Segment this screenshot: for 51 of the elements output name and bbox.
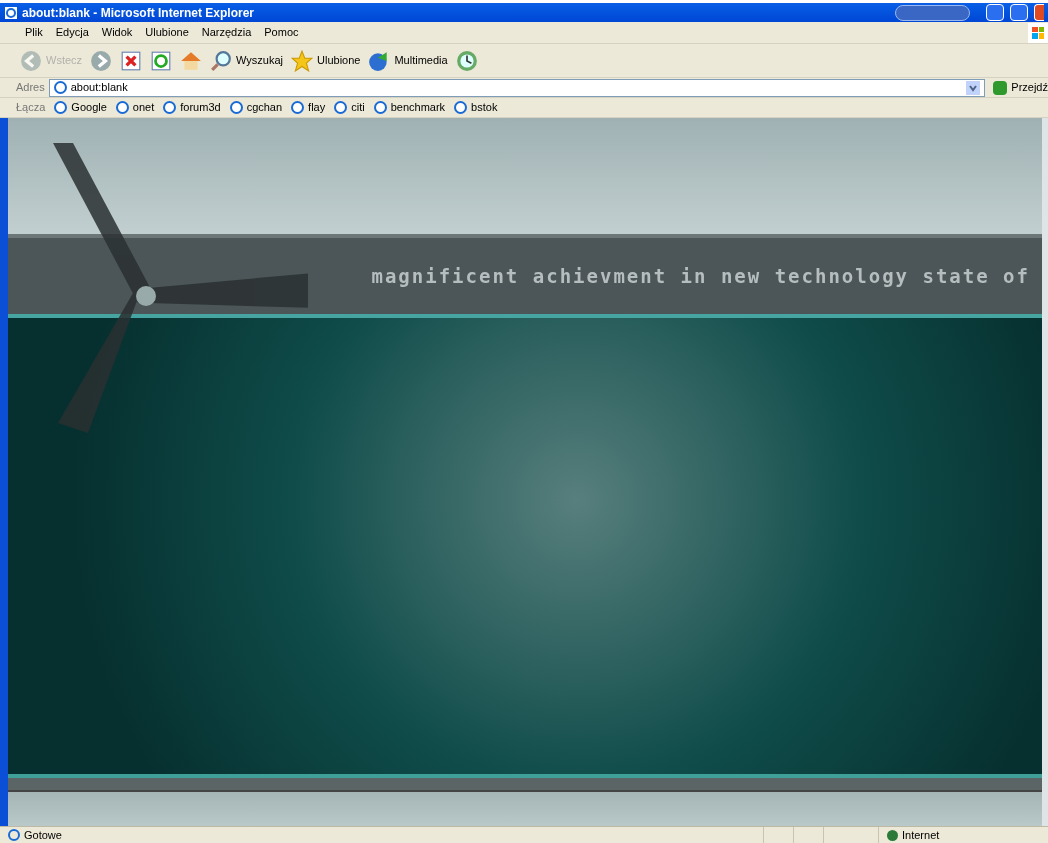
page-icon [8, 829, 20, 841]
page-icon [53, 81, 67, 94]
history-button[interactable] [455, 49, 478, 72]
link-item[interactable]: citi [334, 99, 365, 116]
window-title: about:blank - Microsoft Internet Explorer [22, 4, 255, 22]
links-label: Łącza [16, 100, 46, 116]
page-icon [334, 101, 348, 114]
windows-logo-icon [1028, 22, 1048, 43]
favorites-button[interactable]: Ulubione [291, 49, 361, 72]
page-icon [163, 101, 177, 114]
link-item[interactable]: cgchan [229, 99, 283, 116]
status-text: Gotowe [24, 827, 62, 843]
menu-item[interactable]: Ulubione [140, 24, 194, 41]
page-icon [54, 101, 68, 114]
maximize-button[interactable] [1010, 4, 1028, 21]
page-icon [291, 101, 305, 114]
media-button[interactable]: Multimedia [368, 49, 448, 72]
stop-icon [120, 49, 143, 72]
stop-button[interactable] [120, 49, 143, 72]
page-icon [454, 101, 468, 114]
zone-text: Internet [902, 827, 940, 843]
go-button[interactable]: Przejdź [989, 79, 1048, 96]
address-label: Adres [16, 80, 45, 96]
refresh-icon [150, 49, 173, 72]
star-icon [291, 49, 314, 72]
banner-text: magnificent achievment in new technology state of [371, 263, 1030, 289]
link-item[interactable]: bstok [454, 99, 498, 116]
link-item[interactable]: onet [115, 99, 155, 116]
page-icon [115, 101, 129, 114]
search-icon [210, 49, 233, 72]
globe-icon [887, 829, 898, 841]
link-item[interactable]: forum3d [163, 99, 221, 116]
browser-icon [4, 5, 18, 20]
menu-item[interactable]: Plik [20, 24, 48, 41]
link-item[interactable]: benchmark [373, 99, 446, 116]
link-item[interactable]: Google [54, 99, 107, 116]
page-icon [373, 101, 387, 114]
close-button[interactable] [1034, 4, 1044, 21]
link-item[interactable]: flay [291, 99, 326, 116]
menu-item[interactable]: Widok [96, 24, 138, 41]
tray-widget[interactable] [895, 4, 970, 21]
address-field[interactable]: about:blank [48, 78, 986, 97]
minimize-button[interactable] [986, 4, 1004, 21]
menu-item[interactable]: Pomoc [259, 24, 304, 41]
page-icon [229, 101, 243, 114]
search-button[interactable]: Wyszukaj [210, 49, 284, 72]
menu-item[interactable]: Edycja [50, 24, 94, 41]
menu-item[interactable]: Narzędzia [196, 24, 257, 41]
refresh-button[interactable] [150, 49, 173, 72]
dropdown-icon[interactable] [966, 80, 981, 95]
clock-icon [455, 49, 478, 72]
